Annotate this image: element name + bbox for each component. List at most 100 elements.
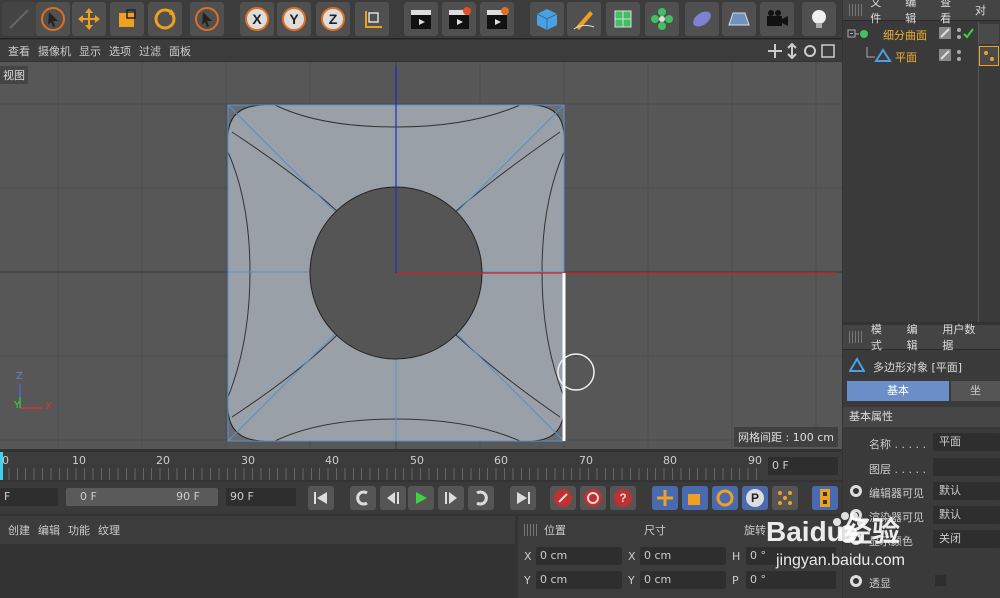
x-axis-letter: X (252, 11, 262, 27)
pen-spline-button[interactable] (567, 2, 601, 36)
deformer-button[interactable] (685, 2, 719, 36)
record-key-button[interactable] (550, 486, 576, 510)
prev-key-button[interactable] (350, 486, 376, 510)
material-menu-edit[interactable]: 编辑 (38, 522, 60, 538)
record-position-button[interactable] (652, 486, 678, 510)
object-manager: 文件 编辑 查看 对 细分曲面 平面 (843, 0, 1000, 322)
key-selection-button[interactable]: ? (610, 486, 636, 510)
viewport-menu-options[interactable]: 选项 (109, 43, 131, 59)
attr-grip-icon[interactable] (849, 331, 863, 343)
menu-objects[interactable]: 对 (975, 2, 986, 18)
render-view-button[interactable] (404, 2, 438, 36)
cube-icon (536, 9, 558, 30)
go-to-start-button[interactable] (308, 486, 334, 510)
auto-key-button[interactable] (580, 486, 606, 510)
attr-name-field[interactable]: 平面 (933, 433, 1000, 451)
phong-tag-icon[interactable] (979, 46, 999, 66)
radio-icon[interactable] (849, 508, 863, 522)
timeline-ruler[interactable]: 0 10 20 30 40 50 60 70 80 90 0 F (0, 452, 842, 480)
viewport-menu-camera[interactable]: 摄像机 (38, 43, 71, 59)
go-to-end-button[interactable] (510, 486, 536, 510)
visibility-dots-icon (939, 49, 961, 61)
attribute-manager: 模式 编辑 用户数据 多边形对象 [平面] 基本 坐 基本属性 名称 . . .… (843, 323, 1000, 598)
flower-icon (651, 8, 673, 30)
start-frame-field[interactable]: F (0, 488, 58, 506)
radio-icon[interactable] (849, 532, 863, 546)
attr-layer-field[interactable] (933, 458, 1000, 476)
radio-icon[interactable] (849, 484, 863, 498)
viewport-menu-display[interactable]: 显示 (79, 43, 101, 59)
move-tool-button[interactable] (72, 2, 106, 36)
record-scale-button[interactable] (682, 486, 708, 510)
main-toolbar: X Y Z (0, 0, 842, 39)
timeline-layout-button[interactable] (812, 486, 838, 510)
rotate-tool-button[interactable] (148, 2, 182, 36)
camera-button[interactable] (760, 2, 794, 36)
play-button[interactable] (408, 486, 434, 510)
record-parameter-button[interactable]: P (742, 486, 768, 510)
prev-frame-button[interactable] (380, 486, 406, 510)
tab-basic[interactable]: 基本 (847, 381, 949, 401)
help-key-icon: ? (614, 489, 632, 507)
transport-bar: F 0 F 90 F 90 F ? P (0, 482, 842, 514)
y-axis-lock-button[interactable]: Y (277, 2, 311, 36)
viewport-menu-filter[interactable]: 过滤 (139, 43, 161, 59)
attr-menu-edit[interactable]: 编辑 (907, 321, 929, 353)
light-button[interactable] (802, 2, 836, 36)
tab-coord[interactable]: 坐 (951, 381, 1000, 401)
attr-render-visible-select[interactable]: 默认 (933, 506, 1000, 524)
floor-button[interactable] (722, 2, 756, 36)
attr-menu-mode[interactable]: 模式 (871, 321, 893, 353)
preview-range-slider[interactable]: 0 F 90 F (66, 488, 218, 506)
record-points-button[interactable] (772, 486, 798, 510)
viewport-menu-view[interactable]: 查看 (8, 43, 30, 59)
record-rotation-button[interactable] (712, 486, 738, 510)
radio-icon[interactable] (849, 574, 863, 588)
coords-grip-icon[interactable] (524, 524, 538, 536)
size-x-field[interactable]: 0 cm (640, 547, 726, 565)
render-settings-button[interactable] (480, 2, 514, 36)
position-x-field[interactable]: 0 cm (536, 547, 622, 565)
render-picture-viewer-button[interactable] (442, 2, 476, 36)
material-menu-create[interactable]: 创建 (8, 522, 30, 538)
next-key-button[interactable] (468, 486, 494, 510)
play-icon (416, 492, 427, 504)
subdivision-button[interactable] (606, 2, 640, 36)
rotation-p-field[interactable]: 0 ° (746, 571, 836, 589)
position-y-field[interactable]: 0 cm (536, 571, 622, 589)
cloner-button[interactable] (645, 2, 679, 36)
material-menu-texture[interactable]: 纹理 (98, 522, 120, 538)
x-axis-icon: X (245, 7, 269, 31)
select-tool-button[interactable] (36, 2, 70, 36)
rotation-h-field[interactable]: 0 ° (746, 547, 836, 565)
world-axis-icon (365, 11, 382, 28)
x-axis-lock-button[interactable]: X (240, 2, 274, 36)
light-bulb-icon (812, 10, 826, 28)
next-frame-button[interactable] (438, 486, 464, 510)
attr-editor-visible-select[interactable]: 默认 (933, 482, 1000, 500)
undo-icon[interactable] (2, 2, 36, 36)
3d-viewport[interactable]: 视图 Z Y X 网格间距 : 100 cm (0, 62, 842, 449)
object-row-subdivision[interactable]: 细分曲面 (843, 24, 977, 44)
tree-expand-icon (847, 29, 868, 38)
attr-menu-userdata[interactable]: 用户数据 (942, 321, 986, 353)
viewport-nav-icons[interactable] (768, 43, 838, 59)
current-frame-field[interactable]: 0 F (768, 457, 838, 475)
attr-xray-checkbox[interactable] (935, 575, 946, 586)
object-row-plane[interactable]: 平面 (843, 46, 977, 66)
size-y-field[interactable]: 0 cm (640, 571, 726, 589)
last-tool-button[interactable] (190, 2, 224, 36)
viewport-menu-panel[interactable]: 面板 (169, 43, 191, 59)
attr-display-color-select[interactable]: 关闭 (933, 530, 1000, 548)
film-strip-icon (820, 489, 830, 507)
material-area[interactable] (0, 545, 515, 598)
scale-tool-button[interactable] (110, 2, 144, 36)
material-menu-function[interactable]: 功能 (68, 522, 90, 538)
panel-grip-icon[interactable] (849, 4, 863, 16)
cube-primitive-button[interactable] (530, 2, 564, 36)
end-frame-field[interactable]: 90 F (226, 488, 296, 506)
tick-30: 30 (241, 454, 255, 467)
floor-icon (728, 12, 750, 26)
coordinate-system-button[interactable] (355, 2, 389, 36)
z-axis-lock-button[interactable]: Z (316, 2, 350, 36)
